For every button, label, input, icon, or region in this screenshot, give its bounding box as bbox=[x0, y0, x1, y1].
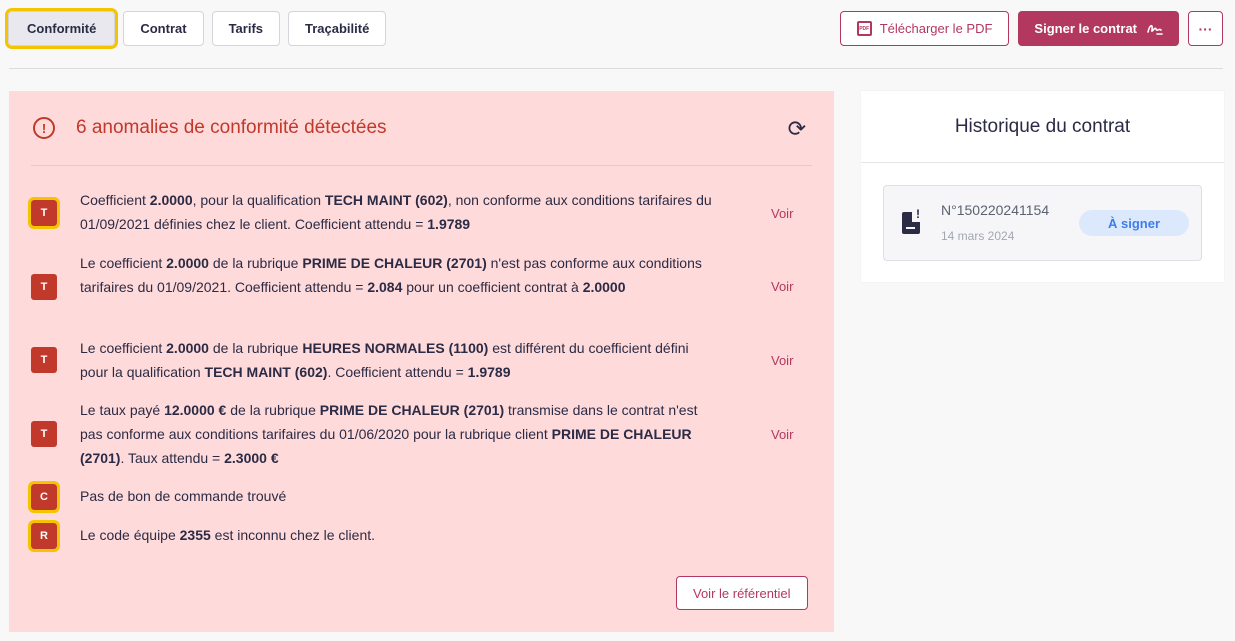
top-actions: PDF Télécharger le PDF Signer le contrat… bbox=[839, 11, 1223, 46]
anomaly-type-badge: T bbox=[31, 274, 57, 300]
status-badge: À signer bbox=[1079, 210, 1189, 236]
refresh-icon[interactable]: ⟳ bbox=[788, 118, 806, 140]
sign-contract-label: Signer le contrat bbox=[1034, 21, 1137, 36]
anomaly-text: Pas de bon de commande trouvé bbox=[80, 488, 287, 504]
anomaly-type-badge: T bbox=[28, 197, 60, 229]
contract-history-panel: Historique du contrat ! N°150220241154 1… bbox=[861, 91, 1224, 282]
anomaly-text: Le taux payé 12.0000 € de la rubrique PR… bbox=[80, 402, 698, 466]
anomaly-type-badge: T bbox=[31, 421, 57, 447]
view-referential-button[interactable]: Voir le référentiel bbox=[676, 576, 808, 610]
tab-tarifs[interactable]: Tarifs bbox=[211, 11, 280, 46]
anomaly-text: Coefficient 2.0000, pour la qualificatio… bbox=[80, 192, 712, 232]
anomaly-text: Le code équipe 2355 est inconnu chez le … bbox=[80, 527, 376, 543]
anomaly-type-badge: C bbox=[28, 481, 60, 513]
view-anomaly-link[interactable]: Voir bbox=[771, 206, 793, 221]
compliance-header: ! 6 anomalies de conformité détectées ⟳ bbox=[31, 91, 812, 166]
header-divider bbox=[9, 68, 1223, 69]
tab-contrat[interactable]: Contrat bbox=[123, 11, 204, 46]
download-pdf-label: Télécharger le PDF bbox=[879, 21, 993, 36]
compliance-panel: ! 6 anomalies de conformité détectées ⟳ … bbox=[9, 91, 834, 632]
compliance-title: 6 anomalies de conformité détectées bbox=[76, 117, 387, 138]
tab-tracabilite[interactable]: Traçabilité bbox=[288, 11, 387, 46]
tab-conformite[interactable]: Conformité bbox=[4, 8, 119, 49]
signature-icon bbox=[1147, 24, 1163, 35]
sign-contract-button[interactable]: Signer le contrat bbox=[1018, 11, 1179, 46]
download-pdf-button[interactable]: PDF Télécharger le PDF bbox=[839, 11, 1010, 46]
contract-number: N°150220241154 bbox=[941, 202, 1050, 218]
alert-circle-icon: ! bbox=[33, 117, 55, 139]
history-title: Historique du contrat bbox=[861, 91, 1224, 163]
anomaly-text: Le coefficient 2.0000 de la rubrique HEU… bbox=[80, 340, 689, 380]
anomaly-type-badge: T bbox=[31, 347, 57, 373]
view-anomaly-link[interactable]: Voir bbox=[771, 353, 793, 368]
document-alert-mark: ! bbox=[912, 206, 924, 222]
more-options-button[interactable]: ··· bbox=[1188, 11, 1223, 46]
anomaly-text: Le coefficient 2.0000 de la rubrique PRI… bbox=[80, 255, 702, 295]
pdf-icon: PDF bbox=[856, 21, 872, 36]
view-anomaly-link[interactable]: Voir bbox=[771, 279, 793, 294]
anomaly-type-badge: R bbox=[28, 520, 60, 552]
contract-history-item[interactable]: ! N°150220241154 14 mars 2024 À signer bbox=[883, 185, 1202, 261]
view-anomaly-link[interactable]: Voir bbox=[771, 427, 793, 442]
tab-bar: Conformité Contrat Tarifs Traçabilité bbox=[4, 8, 387, 49]
contract-date: 14 mars 2024 bbox=[941, 229, 1015, 243]
